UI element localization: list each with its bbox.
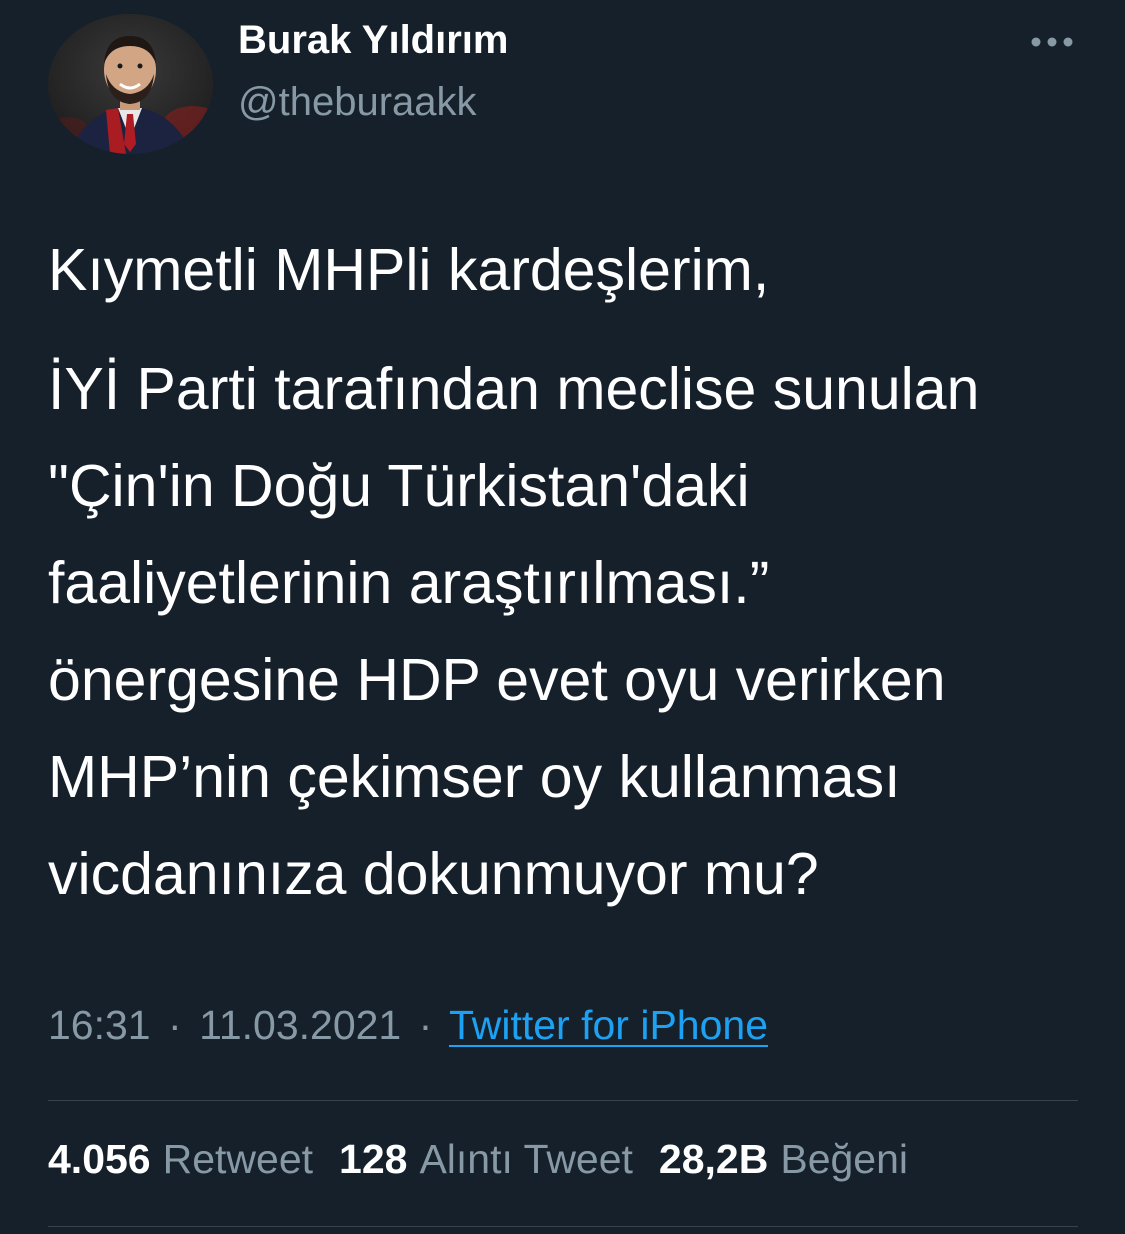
tweet-time: 16:31 — [48, 1002, 151, 1048]
author-display-name[interactable]: Burak Yıldırım — [238, 18, 508, 63]
retweet-count: 4.056 — [48, 1136, 151, 1182]
quote-tweet-count: 128 — [339, 1136, 408, 1182]
tweet-stats: 4.056 Retweet 128 Alıntı Tweet 28,2B Beğeni — [48, 1136, 908, 1183]
like-count: 28,2B — [658, 1136, 769, 1182]
retweet-label: Retweet — [162, 1136, 314, 1182]
divider — [48, 1226, 1078, 1227]
profile-photo-icon — [48, 14, 213, 154]
tweet-detail: Burak Yıldırım @theburaakk Kıymetli MHPl… — [0, 0, 1125, 1234]
avatar[interactable] — [48, 14, 213, 154]
tweet-paragraph: İYİ Parti tarafından meclise sunulan "Çi… — [48, 356, 980, 907]
tweet-paragraph: Kıymetli MHPli kardeşlerim, — [48, 237, 770, 303]
divider — [48, 1100, 1078, 1101]
retweet-stat[interactable]: 4.056 Retweet — [48, 1136, 313, 1183]
like-stat[interactable]: 28,2B Beğeni — [659, 1136, 908, 1183]
quote-tweet-label: Alıntı Tweet — [419, 1136, 633, 1182]
tweet-metadata: 16:31 · 11.03.2021 · Twitter for iPhone — [48, 1002, 768, 1049]
more-options-button[interactable] — [1024, 22, 1080, 62]
tweet-date: 11.03.2021 — [199, 1002, 402, 1048]
quote-tweet-stat[interactable]: 128 Alıntı Tweet — [339, 1136, 633, 1183]
meta-separator: · — [168, 1002, 182, 1048]
meta-separator: · — [418, 1002, 433, 1048]
more-horizontal-icon — [1031, 37, 1073, 47]
tweet-source-link[interactable]: Twitter for iPhone — [449, 1002, 768, 1048]
author-handle[interactable]: @theburaakk — [238, 80, 477, 125]
like-label: Beğeni — [780, 1136, 909, 1182]
tweet-text: Kıymetli MHPli kardeşlerim, İYİ Parti ta… — [48, 222, 1088, 923]
